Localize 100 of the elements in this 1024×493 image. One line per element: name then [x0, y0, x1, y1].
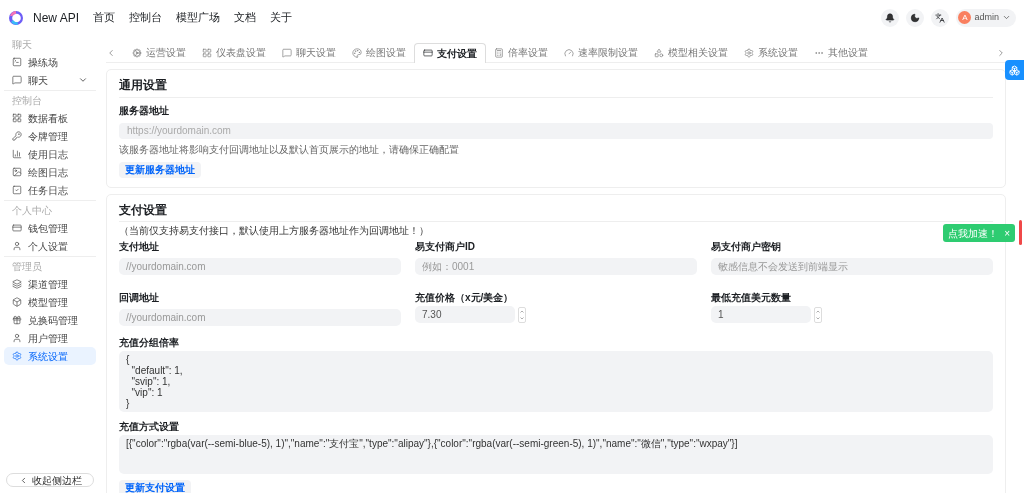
settings-icon: [12, 351, 22, 361]
note-text: （当前仅支持易支付接口，默认使用上方服务器地址作为回调地址！）: [119, 224, 429, 237]
chat-bubble-icon: [282, 47, 292, 58]
input-field[interactable]: //yourdomain.com: [119, 258, 401, 275]
layers-icon: [12, 279, 22, 289]
stepper-control[interactable]: [814, 306, 822, 323]
brand-name[interactable]: New API: [33, 8, 80, 27]
nav-link[interactable]: 模型广场: [176, 9, 221, 26]
calculator-icon: [494, 47, 504, 58]
user-icon: [12, 241, 22, 251]
field-label: 回调地址: [119, 291, 160, 304]
sidebar-item[interactable]: 个人设置: [4, 237, 96, 255]
field-label: 充值方式设置: [119, 420, 180, 433]
key-icon: [12, 131, 22, 141]
boxes-icon: [1009, 64, 1020, 76]
hint-text: 该服务器地址将影响支付回调地址以及默认首页展示的地址，请确保正确配置: [119, 143, 460, 156]
user-menu-button[interactable]: A admin: [956, 8, 1016, 27]
palette-icon: [352, 47, 362, 58]
nav-link[interactable]: 首页: [93, 9, 116, 26]
field-label: 充值分组倍率: [119, 336, 180, 349]
sidebar-item[interactable]: 模型管理: [4, 293, 96, 311]
settings-tab[interactable]: 支付设置: [414, 42, 486, 63]
scroll-right-icon[interactable]: [996, 47, 1006, 58]
field-label: 最低充值美元数量: [711, 291, 792, 304]
theme-toggle-button[interactable]: [906, 8, 925, 27]
shapes-icon: [654, 47, 664, 58]
update-server-address-button[interactable]: 更新服务器地址: [119, 161, 201, 178]
bar-chart-icon: [12, 149, 22, 159]
language-button[interactable]: [931, 8, 950, 27]
nav-link[interactable]: 关于: [270, 9, 293, 26]
stepper-control[interactable]: [518, 306, 526, 323]
sidebar-section-title: 管理员: [11, 260, 43, 274]
user-icon: [12, 333, 22, 343]
settings-tab[interactable]: 模型相关设置: [646, 42, 736, 63]
scroll-left-icon[interactable]: [106, 47, 116, 58]
settings-tab[interactable]: 聊天设置: [274, 42, 344, 63]
card-icon: [423, 48, 433, 58]
sidebar-item[interactable]: 令牌管理: [4, 127, 96, 145]
checkbox-icon: [12, 185, 22, 195]
card-icon: [12, 223, 22, 233]
chat-bubble-icon: [12, 75, 22, 85]
sidebar-item[interactable]: 渠道管理: [4, 275, 96, 293]
image-icon: [12, 167, 22, 177]
sidebar-item[interactable]: 用户管理: [4, 329, 96, 347]
sidebar-item[interactable]: 系统设置: [4, 347, 96, 365]
sidebar-item[interactable]: 任务日志: [4, 181, 96, 199]
number-field[interactable]: 1: [711, 306, 811, 323]
avatar: A: [958, 11, 972, 24]
grid-icon: [12, 113, 22, 123]
input-field[interactable]: 敏感信息不会发送到前端显示: [711, 258, 993, 275]
settings-tab[interactable]: 系统设置: [736, 42, 806, 63]
sidebar-item[interactable]: 操练场: [4, 53, 96, 71]
sidebar-item[interactable]: 绘图日志: [4, 163, 96, 181]
sidebar-section-title: 聊天: [11, 38, 33, 52]
settings-tab[interactable]: 倍率设置: [486, 42, 556, 63]
field-label: 服务器地址: [119, 104, 170, 117]
translate-icon: [935, 12, 946, 23]
settings-tab[interactable]: 运营设置: [124, 42, 194, 63]
grid-icon: [202, 47, 212, 58]
sidebar-item[interactable]: 钱包管理: [4, 219, 96, 237]
text-area[interactable]: [{"color":"rgba(var(--semi-blue-5), 1)","name":"支付宝","type":"alipay"},{"color":"rgba(var(--semi-green-5), 1)","name":"微信","type":"wxpay"}]: [119, 435, 993, 474]
gift-icon: [12, 315, 22, 325]
moon-icon: [910, 12, 921, 23]
sidebar-section-title: 控制台: [11, 94, 43, 108]
sidebar-section-title: 个人中心: [11, 204, 53, 218]
terminal-icon: [12, 57, 22, 67]
sidebar-item[interactable]: 兑换码管理: [4, 311, 96, 329]
chevron-down-icon: [78, 75, 88, 85]
logo-icon: [8, 9, 24, 26]
input-field[interactable]: https://yourdomain.com: [119, 122, 993, 139]
field-label: 充值价格（x元/美金）: [415, 291, 515, 304]
section-title: 通用设置: [119, 78, 993, 98]
settings-icon: [744, 47, 754, 58]
number-field[interactable]: 7.30: [415, 306, 515, 323]
nav-link[interactable]: 文档: [234, 9, 257, 26]
gauge-icon: [564, 47, 574, 58]
sidebar-item[interactable]: 使用日志: [4, 145, 96, 163]
settings-tab[interactable]: 仪表盘设置: [194, 42, 274, 63]
settings-tab[interactable]: 速率限制设置: [556, 42, 646, 63]
settings-tab[interactable]: 其他设置: [806, 42, 876, 63]
input-field[interactable]: //yourdomain.com: [119, 309, 401, 326]
input-field[interactable]: 例如：0001: [415, 258, 697, 275]
section-title: 支付设置: [119, 203, 993, 222]
bell-icon: [885, 12, 896, 23]
nav-link[interactable]: 控制台: [129, 9, 163, 26]
text-area[interactable]: { "default": 1, "svip": 1, "vip": 1 }: [119, 351, 993, 412]
update-payment-settings-button[interactable]: 更新支付设置: [119, 479, 191, 493]
sidebar-item[interactable]: 聊天: [4, 71, 96, 89]
field-label: 易支付商户ID: [415, 240, 476, 253]
side-indicator: [1019, 220, 1022, 245]
floating-assistant-button[interactable]: [1005, 60, 1024, 80]
sidebar-item[interactable]: 数据看板: [4, 109, 96, 127]
cube-icon: [12, 297, 22, 307]
chevron-down-icon: [1002, 13, 1011, 22]
field-label: 支付地址: [119, 240, 160, 253]
cog-icon: [132, 47, 142, 58]
field-label: 易支付商户密钥: [711, 240, 782, 253]
notifications-button[interactable]: [881, 8, 900, 27]
toast-text: 点我加速！: [948, 226, 999, 241]
settings-tab[interactable]: 绘图设置: [344, 42, 414, 63]
